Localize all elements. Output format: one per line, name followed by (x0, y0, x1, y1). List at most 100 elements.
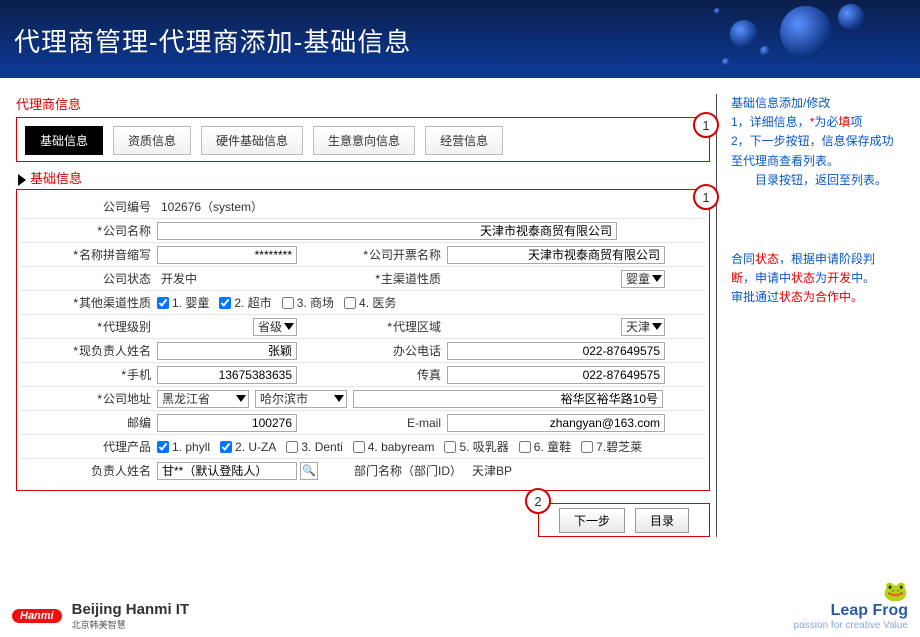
next-button[interactable]: 下一步 (559, 508, 625, 533)
lbl-product: 代理产品 (21, 438, 157, 455)
marker-2: 2 (525, 488, 551, 514)
chevron-down-icon (236, 395, 246, 402)
search-icon[interactable]: 🔍 (300, 462, 318, 480)
checkbox-option[interactable]: 1. phyll (157, 438, 210, 455)
lbl-company-no: 公司编号 (21, 198, 157, 215)
lbl-mainch: 主渠道性质 (297, 270, 447, 287)
decor-dot (838, 4, 864, 30)
chevron-down-icon (652, 275, 662, 282)
checkbox[interactable] (282, 297, 294, 309)
tab-qualification[interactable]: 资质信息 (113, 126, 191, 155)
footer: Hanmi Beijing Hanmi IT北京韩美智慧 🐸 Leap Frog… (12, 582, 908, 631)
header: 代理商管理-代理商添加-基础信息 (0, 0, 920, 78)
main-channel-select[interactable]: 婴童 (621, 270, 665, 288)
checkbox-option[interactable]: 4. babyream (353, 438, 435, 455)
note-line: 2，下一步按钮，信息保存成功至代理商查看列表。 (731, 132, 896, 170)
person-field[interactable] (157, 342, 297, 360)
lbl-fax: 传真 (297, 366, 447, 383)
chevron-down-icon (284, 323, 294, 330)
checkbox-option[interactable]: 1. 婴童 (157, 294, 209, 311)
decor-dot (714, 8, 720, 14)
invoice-field[interactable] (447, 246, 665, 264)
checkbox-option[interactable]: 3. Denti (286, 438, 342, 455)
decor-dot (722, 58, 730, 66)
hanmi-logo: Hanmi (12, 609, 62, 623)
checkbox-option[interactable]: 4. 医务 (344, 294, 396, 311)
tab-hardware[interactable]: 硬件基础信息 (201, 126, 303, 155)
checkbox[interactable] (157, 441, 169, 453)
agent-area-select[interactable]: 天津 (621, 318, 665, 336)
checkbox-option[interactable]: 7.碧芝莱 (581, 438, 642, 455)
checkbox[interactable] (581, 441, 593, 453)
checkbox-option[interactable]: 2. U-ZA (220, 438, 276, 455)
button-box: 2 下一步 目录 (538, 503, 710, 537)
checkbox-option[interactable]: 6. 童鞋 (519, 438, 571, 455)
lbl-post: 邮编 (21, 414, 157, 431)
lbl-office-phone: 办公电话 (297, 342, 447, 359)
company-name: Beijing Hanmi IT北京韩美智慧 (72, 601, 190, 631)
lbl-company-name: 公司名称 (21, 222, 157, 239)
section-title: 代理商信息 (16, 94, 710, 113)
checkbox-label: 2. U-ZA (235, 440, 276, 454)
list-button[interactable]: 目录 (635, 508, 689, 533)
note-line: 审批通过状态为合作中。 (731, 288, 896, 307)
postcode-field[interactable] (157, 414, 297, 432)
checkbox-option[interactable]: 3. 商场 (282, 294, 334, 311)
addr-prov-select[interactable]: 黑龙江省 (157, 390, 249, 408)
checkbox-label: 4. 医务 (359, 294, 396, 311)
fax-field[interactable] (447, 366, 665, 384)
mobile-field[interactable] (157, 366, 297, 384)
checkbox[interactable] (444, 441, 456, 453)
lbl-level: 代理级别 (21, 318, 157, 335)
marker-1: 1 (693, 112, 719, 138)
lbl-resp: 负责人姓名 (21, 462, 157, 479)
addr-detail-field[interactable] (353, 390, 663, 408)
decor-dot (730, 20, 758, 48)
tab-bar: 基础信息 资质信息 硬件基础信息 生意意向信息 经营信息 (17, 118, 709, 161)
val-dept: 天津BP (468, 462, 516, 479)
checkbox[interactable] (344, 297, 356, 309)
company-name-field[interactable] (157, 222, 617, 240)
side-notes: 基础信息添加/修改 1，详细信息，*为必填项 2，下一步按钮，信息保存成功至代理… (716, 94, 896, 537)
checkbox-label: 1. 婴童 (172, 294, 209, 311)
lbl-mobile: 手机 (21, 366, 157, 383)
lbl-area: 代理区域 (297, 318, 447, 335)
checkbox-option[interactable]: 5. 吸乳器 (444, 438, 508, 455)
lbl-email: E-mail (297, 416, 447, 430)
checkbox[interactable] (519, 441, 531, 453)
agent-level-select[interactable]: 省级 (253, 318, 297, 336)
decor-dot (760, 46, 770, 56)
note-line: 目录按钮，返回至列表。 (731, 171, 896, 190)
addr-city-select[interactable]: 哈尔滨市 (255, 390, 347, 408)
email-field[interactable] (447, 414, 665, 432)
form-title: 基础信息 (18, 168, 710, 187)
lbl-pinyin: 名称拼音缩写 (21, 246, 157, 263)
decor-dot (780, 6, 832, 58)
tab-intention[interactable]: 生意意向信息 (313, 126, 415, 155)
lbl-state: 公司状态 (21, 270, 157, 287)
checkbox[interactable] (286, 441, 298, 453)
lbl-person: 现负责人姓名 (21, 342, 157, 359)
pinyin-field[interactable] (157, 246, 297, 264)
checkbox[interactable] (157, 297, 169, 309)
lbl-otherch: 其他渠道性质 (21, 294, 157, 311)
checkbox-label: 7.碧芝莱 (596, 438, 642, 455)
checkbox[interactable] (353, 441, 365, 453)
checkbox-label: 5. 吸乳器 (459, 438, 508, 455)
tab-basic[interactable]: 基础信息 (25, 126, 103, 155)
lbl-dept: 部门名称（部门ID） (318, 462, 468, 479)
checkbox-label: 3. Denti (301, 440, 342, 454)
resp-field[interactable] (157, 462, 297, 480)
checkbox[interactable] (219, 297, 231, 309)
other-channel-group: 1. 婴童 2. 超市 3. 商场 4. 医务 (157, 294, 406, 311)
arrow-icon (18, 174, 26, 186)
checkbox-option[interactable]: 2. 超市 (219, 294, 271, 311)
checkbox[interactable] (220, 441, 232, 453)
checkbox-label: 1. phyll (172, 440, 210, 454)
val-company-no: 102676（system） (157, 198, 267, 215)
office-phone-field[interactable] (447, 342, 665, 360)
tab-business[interactable]: 经营信息 (425, 126, 503, 155)
lbl-invoice: 公司开票名称 (297, 246, 447, 263)
leapfrog-logo: 🐸 Leap Frog passion for creative Value (794, 582, 908, 631)
note-line: 合同状态，根据申请阶段判断，申请中状态为开发中。 (731, 250, 896, 288)
